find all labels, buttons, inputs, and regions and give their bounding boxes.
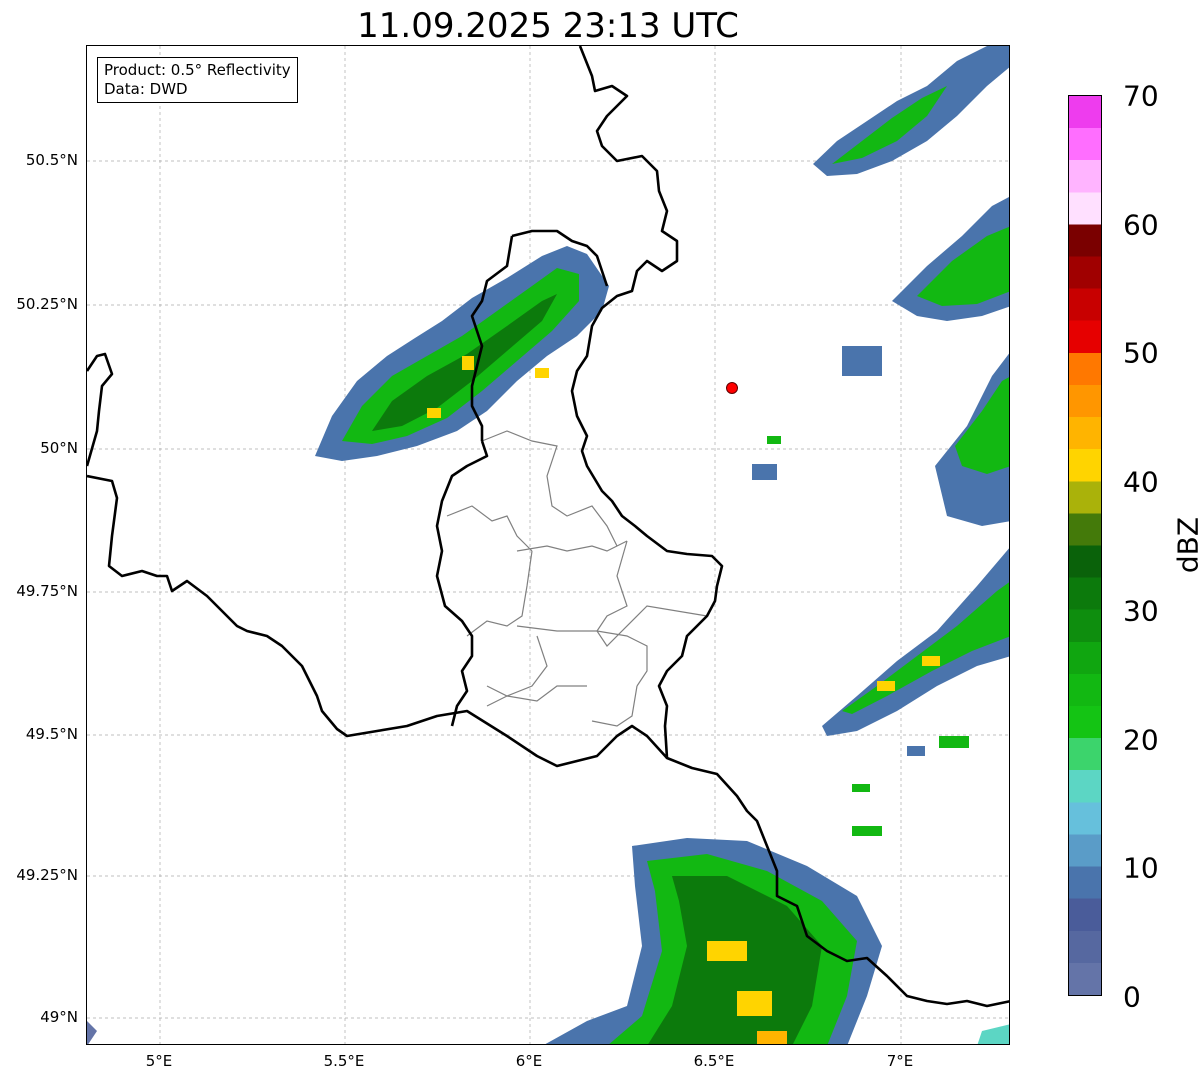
colorbar-tick: 0 <box>1123 980 1141 1014</box>
colorbar-tick: 50 <box>1123 336 1159 370</box>
lon-tick: 6.5°E <box>693 1052 735 1070</box>
colorbar-tick: 30 <box>1123 594 1159 628</box>
info-box: Product: 0.5° Reflectivity Data: DWD <box>97 57 298 103</box>
colorbar-tick: 40 <box>1123 465 1159 499</box>
gridlines <box>87 46 1009 1044</box>
national-borders <box>87 46 1009 1008</box>
lon-tick: 5°E <box>145 1052 173 1070</box>
map-title: 11.09.2025 23:13 UTC <box>357 6 739 46</box>
lon-tick: 7°E <box>886 1052 914 1070</box>
precipitation-echoes <box>315 46 1009 1044</box>
lat-tick: 50°N <box>40 439 78 457</box>
colorbar <box>1068 95 1102 996</box>
colorbar-tick: 20 <box>1123 723 1159 757</box>
lat-tick: 49.5°N <box>25 725 78 743</box>
product-label: Product: 0.5° Reflectivity <box>104 61 291 79</box>
colorbar-tick: 70 <box>1123 79 1159 113</box>
lon-tick: 6°E <box>515 1052 543 1070</box>
lat-tick: 49.75°N <box>16 582 78 600</box>
lat-tick: 50.5°N <box>25 151 78 169</box>
lat-tick: 49.25°N <box>16 866 78 884</box>
lon-tick: 5.5°E <box>323 1052 365 1070</box>
data-source-label: Data: DWD <box>104 80 188 98</box>
colorbar-tick: 60 <box>1123 208 1159 242</box>
colorbar-label: dBZ <box>1171 516 1202 574</box>
map-canvas <box>87 46 1009 1044</box>
internal-borders <box>446 430 708 727</box>
colorbar-tick: 10 <box>1123 851 1159 885</box>
radar-site-marker <box>726 382 738 394</box>
lat-tick: 50.25°N <box>16 295 78 313</box>
echo-small <box>842 346 882 376</box>
lat-tick: 49°N <box>40 1008 78 1026</box>
radar-map[interactable] <box>86 45 1010 1045</box>
